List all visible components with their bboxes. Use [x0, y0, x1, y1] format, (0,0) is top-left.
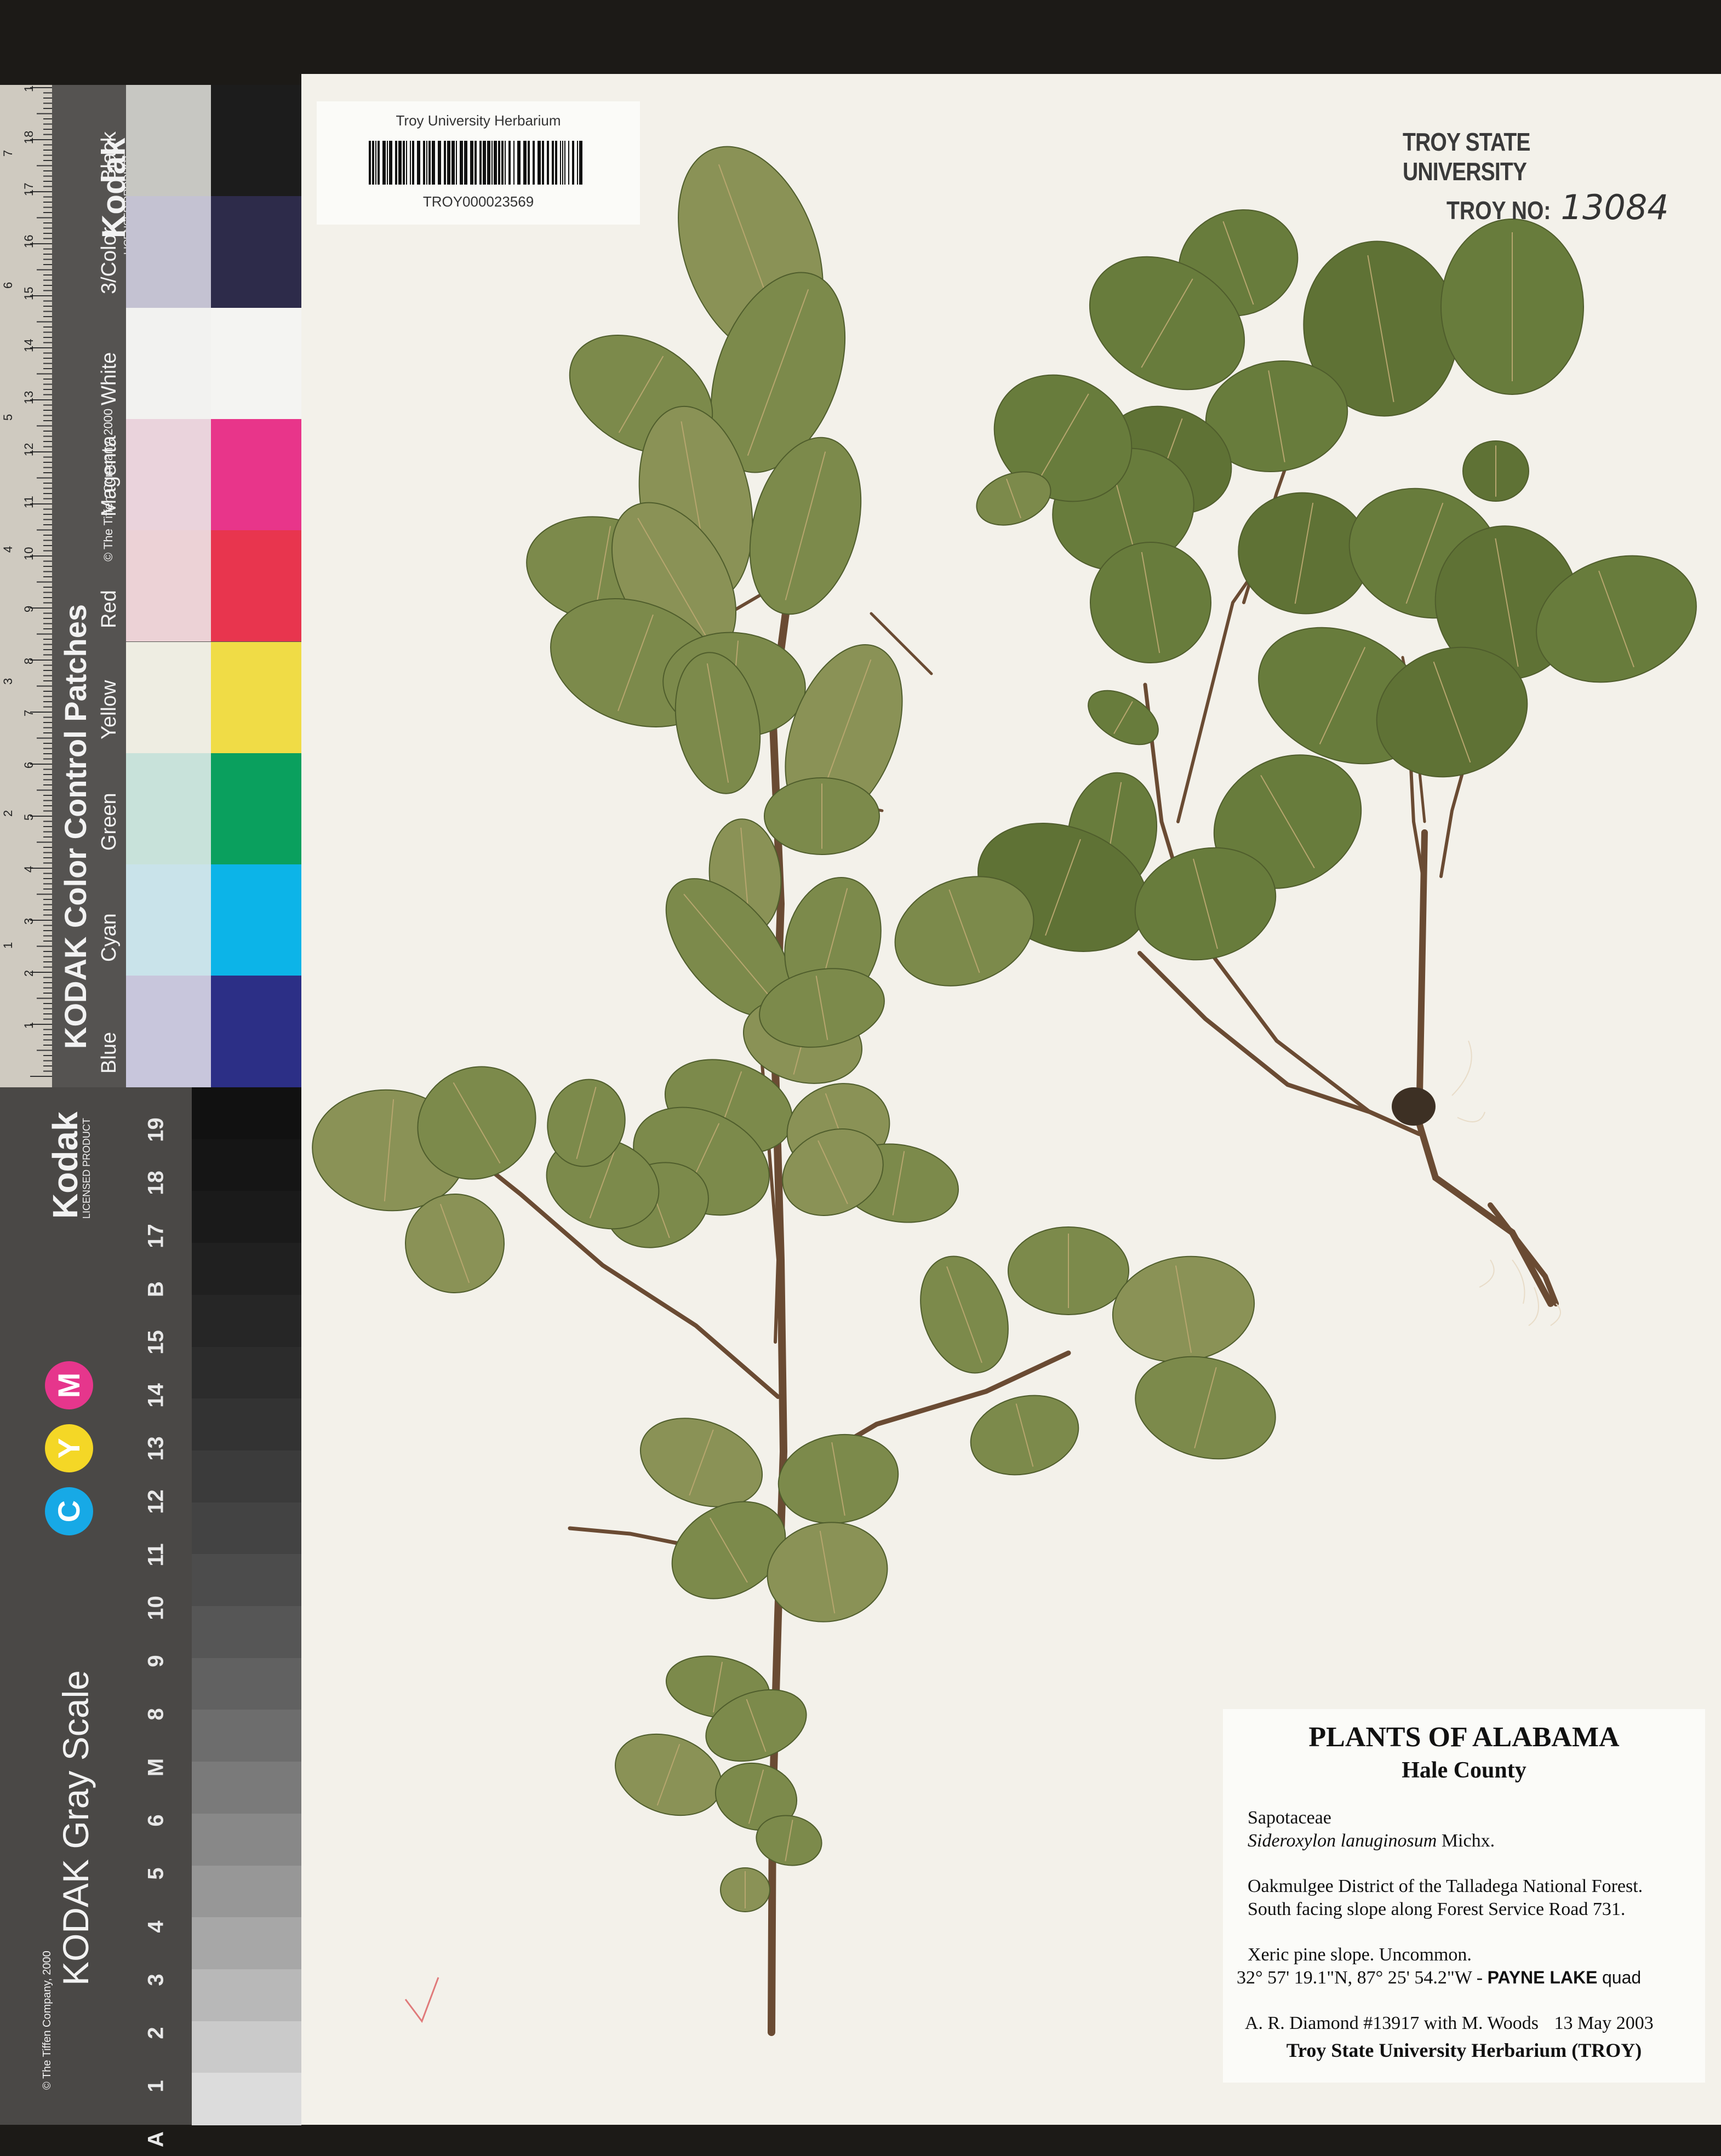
catalog-number: TROY000023569 [422, 193, 534, 210]
barcode [369, 141, 588, 185]
label-county: Hale County [1402, 1758, 1526, 1783]
stem [1415, 829, 1554, 1307]
rootlet [1479, 1259, 1495, 1288]
scientific-name: Sideroxylon lanuginosum [1248, 1831, 1437, 1851]
stamp-handwritten-number: 13084 [1560, 187, 1669, 227]
coordinates: 32° 57' 19.1"N, 87° 25' 54.2"W - [1237, 1968, 1483, 1988]
label-title: PLANTS OF ALABAMA [1308, 1722, 1620, 1753]
quad-name: PAYNE LAKE [1487, 1968, 1598, 1987]
specimen-label: PLANTS OF ALABAMA Hale County Sapotaceae… [1223, 1709, 1705, 2083]
label-habitat: Xeric pine slope. Uncommon. [1248, 1945, 1472, 1965]
check-mark [404, 1977, 439, 2023]
rootlet [1512, 1259, 1525, 1304]
label-family: Sapotaceae [1248, 1808, 1331, 1828]
troy-stamp: TROY STATE UNIVERSITY TROY NO: 13084 [1403, 127, 1669, 227]
collection-date: 13 May 2003 [1554, 2013, 1654, 2033]
rootlet [1451, 1040, 1472, 1096]
rootlet [1528, 1287, 1539, 1326]
root-soil [1392, 1087, 1436, 1126]
label-locality-2: South facing slope along Forest Service … [1248, 1899, 1626, 1919]
label-name-line: Sideroxylon lanuginosum Michx. [1248, 1831, 1495, 1851]
label-collectors-line: A. R. Diamond #13917 with M. Woods 13 Ma… [1245, 2013, 1654, 2034]
rootlet [1550, 1303, 1561, 1326]
barcode-institution: Troy University Herbarium [396, 112, 561, 129]
collectors: A. R. Diamond #13917 with M. Woods [1245, 2013, 1539, 2033]
quad-word: quad [1602, 1968, 1642, 1987]
label-herbarium: Troy State University Herbarium (TROY) [1286, 2039, 1642, 2061]
rootlet [1457, 1111, 1485, 1122]
label-locality-1: Oakmulgee District of the Talladega Nati… [1248, 1876, 1643, 1896]
authority: Michx. [1441, 1831, 1495, 1851]
gray-scale-number: A [144, 2131, 168, 2147]
barcode-label: Troy University Herbarium TROY000023569 [317, 101, 640, 225]
stamp-line-2-prefix: TROY NO: [1446, 196, 1551, 225]
label-coordinates-line: 32° 57' 19.1"N, 87° 25' 54.2"W - PAYNE L… [1237, 1968, 1641, 1988]
stamp-line-1: TROY STATE UNIVERSITY [1403, 128, 1530, 186]
